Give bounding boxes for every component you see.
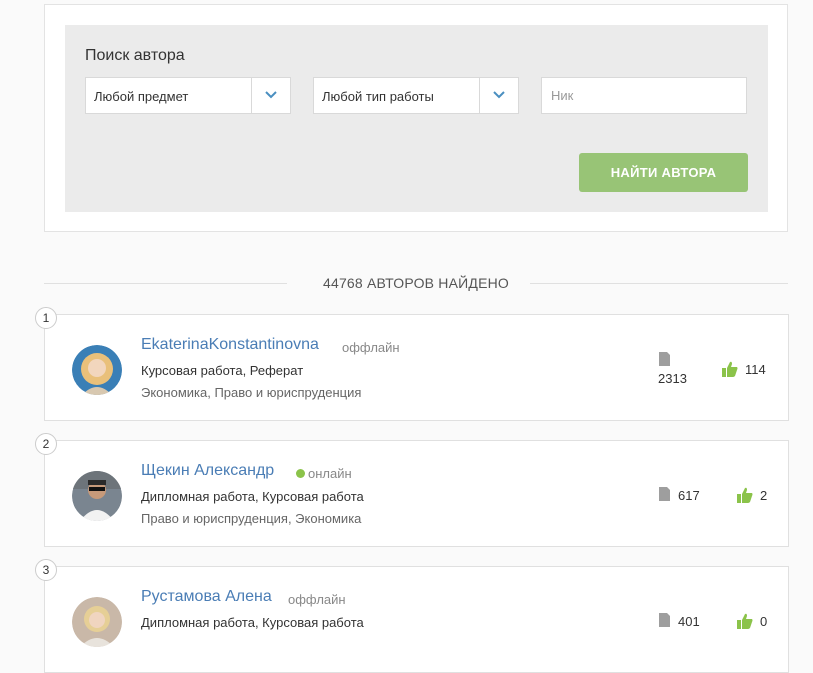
author-name-link[interactable]: Щекин Александр — [141, 462, 274, 480]
work-type-select[interactable]: Любой тип работы — [313, 77, 519, 114]
avatar[interactable] — [72, 471, 122, 521]
document-icon — [659, 613, 670, 627]
results-count: 44768 АВТОРОВ НАЙДЕНО — [322, 275, 510, 291]
status-label: онлайн — [308, 466, 352, 481]
author-card[interactable]: 2 Щекин Александр онлайн Дипломная работ… — [35, 433, 789, 547]
likes-count: 114 — [745, 362, 766, 377]
work-types: Дипломная работа, Курсовая работа — [141, 489, 364, 504]
online-dot-icon — [296, 469, 305, 478]
search-panel: Поиск автора Любой предмет Любой тип раб… — [44, 4, 788, 232]
thumbs-up-icon — [722, 361, 738, 377]
avatar[interactable] — [72, 597, 122, 647]
rank-badge: 1 — [35, 307, 57, 329]
results-count-divider: 44768 АВТОРОВ НАЙДЕНО — [44, 273, 788, 295]
nick-input[interactable] — [541, 77, 747, 114]
author-name-link[interactable]: Рустамова Алена — [141, 588, 272, 606]
document-icon — [659, 487, 670, 501]
subjects: Право и юриспруденция, Экономика — [141, 511, 362, 526]
work-types: Курсовая работа, Реферат — [141, 363, 304, 378]
thumbs-up-icon — [737, 487, 753, 503]
status-online: онлайн — [296, 466, 352, 481]
author-card[interactable]: 1 EkaterinaKonstantinovna оффлайн Курсов… — [35, 307, 789, 421]
work-type-select-value: Любой тип работы — [322, 89, 434, 104]
rank-badge: 2 — [35, 433, 57, 455]
rank-badge: 3 — [35, 559, 57, 581]
likes-count: 2 — [760, 488, 768, 503]
chevron-down-icon — [265, 91, 277, 99]
chevron-down-icon — [493, 91, 505, 99]
subject-dropdown-arrow[interactable] — [251, 78, 290, 113]
work-type-dropdown-arrow[interactable] — [479, 78, 518, 113]
documents-count: 617 — [678, 488, 700, 503]
search-title: Поиск автора — [85, 47, 185, 64]
find-author-button[interactable]: НАЙТИ АВТОРА — [579, 153, 748, 192]
subject-select-value: Любой предмет — [94, 89, 189, 104]
author-card[interactable]: 3 Рустамова Алена оффлайн Дипломная рабо… — [35, 559, 789, 673]
avatar[interactable] — [72, 345, 122, 395]
document-icon — [659, 352, 670, 366]
search-box: Поиск автора Любой предмет Любой тип раб… — [65, 25, 768, 212]
work-types: Дипломная работа, Курсовая работа — [141, 615, 364, 630]
subjects: Экономика, Право и юриспруденция — [141, 385, 362, 400]
subject-select[interactable]: Любой предмет — [85, 77, 291, 114]
status-offline: оффлайн — [288, 592, 346, 607]
author-name-link[interactable]: EkaterinaKonstantinovna — [141, 336, 319, 354]
status-offline: оффлайн — [342, 340, 400, 355]
documents-count: 2313 — [658, 371, 687, 386]
